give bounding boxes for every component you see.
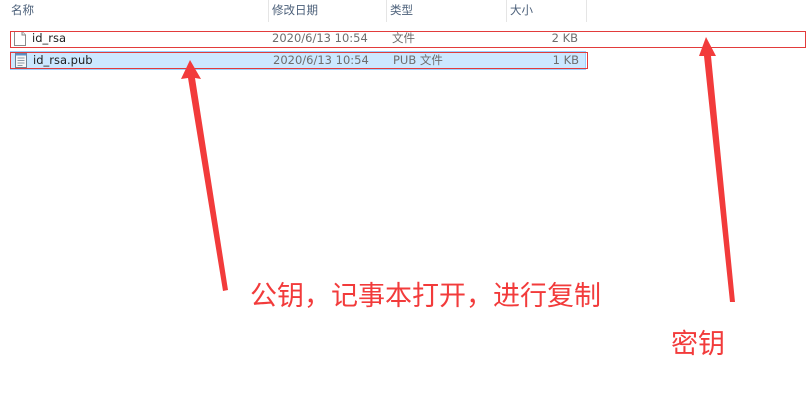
file-modified: 2020/6/13 10:54 bbox=[272, 31, 368, 45]
text-file-icon bbox=[14, 53, 28, 68]
arrow-to-public-key bbox=[181, 60, 228, 291]
file-row-id-rsa[interactable]: id_rsa 2020/6/13 10:54 文件 2 KB bbox=[10, 30, 586, 49]
file-size: 1 KB bbox=[552, 53, 579, 67]
file-name: id_rsa bbox=[32, 31, 67, 45]
file-type: 文件 bbox=[392, 31, 415, 45]
file-type: PUB 文件 bbox=[393, 53, 443, 67]
blank-file-icon bbox=[13, 31, 27, 46]
column-header-size[interactable]: 大小 bbox=[506, 0, 586, 22]
file-explorer-view: 名称 修改日期 类型 大小 id_rsa 2020/6/13 10:54 文件 … bbox=[0, 0, 806, 412]
file-modified: 2020/6/13 10:54 bbox=[273, 53, 369, 67]
column-header-name[interactable]: 名称 bbox=[8, 0, 268, 22]
arrow-to-private-key bbox=[699, 37, 735, 302]
column-header-divider bbox=[586, 0, 590, 22]
file-name: id_rsa.pub bbox=[33, 53, 93, 67]
file-row-id-rsa-pub[interactable]: id_rsa.pub 2020/6/13 10:54 PUB 文件 1 KB bbox=[10, 51, 586, 70]
file-size: 2 KB bbox=[551, 31, 578, 45]
private-key-annotation: 密钥 bbox=[671, 329, 725, 360]
column-header-modified[interactable]: 修改日期 bbox=[268, 0, 386, 22]
column-header-type[interactable]: 类型 bbox=[386, 0, 506, 22]
public-key-annotation: 公钥，记事本打开，进行复制 bbox=[250, 281, 601, 312]
column-header: 名称 修改日期 类型 大小 bbox=[0, 0, 806, 23]
